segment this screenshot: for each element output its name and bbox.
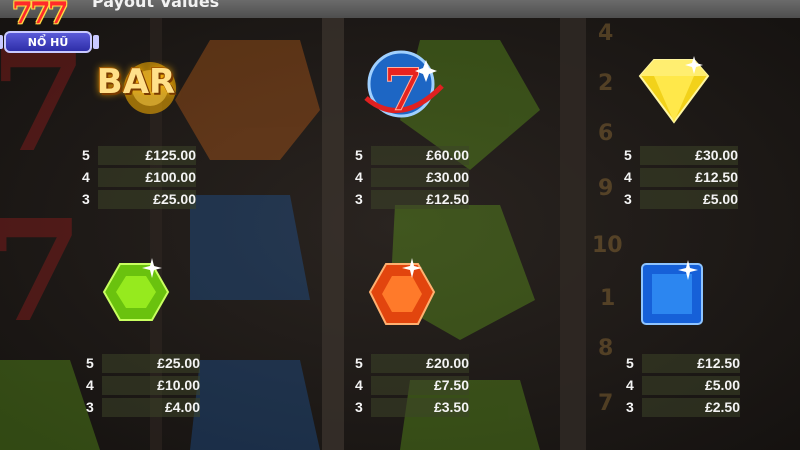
payout-amount: £30.00: [695, 147, 738, 163]
payout-amount: £12.50: [426, 191, 469, 207]
match-count: 3: [86, 399, 94, 415]
logo-numerals: 777: [12, 0, 69, 31]
svg-text:2: 2: [598, 71, 613, 96]
payout-amount: £30.00: [426, 169, 469, 185]
red-seven-icon: 7: [356, 46, 446, 126]
svg-text:4: 4: [598, 21, 613, 46]
match-count: 4: [355, 169, 363, 185]
payout-row: 5 £25.00: [86, 353, 200, 374]
payout-row: 3 £2.50: [626, 397, 740, 418]
payout-amount: £10.00: [157, 377, 200, 393]
match-count: 4: [624, 169, 632, 185]
payout-row: 3 £25.00: [82, 189, 196, 210]
blue-gem-icon: [634, 256, 710, 332]
match-count: 5: [82, 147, 90, 163]
payout-row: 5 £30.00: [624, 145, 738, 166]
payout-amount: £7.50: [433, 377, 469, 393]
payout-row: 4 £7.50: [355, 375, 469, 396]
payout-amount: £12.50: [695, 169, 738, 185]
yellow-diamond-icon: [634, 50, 714, 130]
payout-table-yellow-diamond: 5 £30.00 4 £12.50 3 £5.00: [624, 145, 738, 211]
svg-text:8: 8: [598, 336, 613, 361]
match-count: 3: [355, 399, 363, 415]
payout-row: 4 £10.00: [86, 375, 200, 396]
svg-text:7: 7: [383, 56, 423, 124]
payout-amount: £60.00: [426, 147, 469, 163]
payout-row: 5 £12.50: [626, 353, 740, 374]
payout-amount: £25.00: [153, 191, 196, 207]
bar-symbol-icon: BAR: [88, 56, 184, 118]
bar-symbol-label: BAR: [96, 62, 176, 102]
payout-row: 3 £5.00: [624, 189, 738, 210]
payout-amount: £125.00: [145, 147, 196, 163]
payout-amount: £20.00: [426, 355, 469, 371]
payout-row: 3 £3.50: [355, 397, 469, 418]
payout-row: 5 £125.00: [82, 145, 196, 166]
payout-table-blue-gem: 5 £12.50 4 £5.00 3 £2.50: [626, 353, 740, 419]
payout-row: 5 £60.00: [355, 145, 469, 166]
page-title: Payout Values: [92, 0, 220, 11]
svg-text:1: 1: [600, 286, 615, 311]
payout-table-orange-gem: 5 £20.00 4 £7.50 3 £3.50: [355, 353, 469, 419]
match-count: 4: [355, 377, 363, 393]
svg-text:7: 7: [0, 190, 83, 354]
brand-logo: 777 NỔ HŨ: [0, 0, 104, 62]
match-count: 3: [82, 191, 90, 207]
match-count: 5: [86, 355, 94, 371]
match-count: 5: [624, 147, 632, 163]
match-count: 4: [82, 169, 90, 185]
payout-amount: £12.50: [697, 355, 740, 371]
payout-row: 4 £100.00: [82, 167, 196, 188]
payout-row: 5 £20.00: [355, 353, 469, 374]
match-count: 4: [86, 377, 94, 393]
top-bar: Payout Values: [0, 0, 800, 18]
payout-table-seven: 5 £60.00 4 £30.00 3 £12.50: [355, 145, 469, 211]
match-count: 5: [355, 147, 363, 163]
match-count: 3: [355, 191, 363, 207]
green-gem-icon: [98, 254, 174, 330]
payout-amount: £4.00: [164, 399, 200, 415]
payout-table-bar: 5 £125.00 4 £100.00 3 £25.00: [82, 145, 196, 211]
match-count: 4: [626, 377, 634, 393]
payout-amount: £5.00: [704, 377, 740, 393]
match-count: 3: [624, 191, 632, 207]
payout-amount: £2.50: [704, 399, 740, 415]
payout-amount: £100.00: [145, 169, 196, 185]
payout-table-green-gem: 5 £25.00 4 £10.00 3 £4.00: [86, 353, 200, 419]
svg-text:7: 7: [598, 391, 613, 416]
payout-amount: £3.50: [433, 399, 469, 415]
logo-badge: NỔ HŨ: [0, 31, 99, 53]
payout-row: 4 £12.50: [624, 167, 738, 188]
svg-text:9: 9: [598, 176, 613, 201]
orange-gem-icon: [364, 256, 440, 332]
payout-amount: £5.00: [702, 191, 738, 207]
match-count: 5: [355, 355, 363, 371]
payout-amount: £25.00: [157, 355, 200, 371]
payout-row: 4 £30.00: [355, 167, 469, 188]
payout-row: 4 £5.00: [626, 375, 740, 396]
payout-row: 3 £4.00: [86, 397, 200, 418]
svg-text:6: 6: [598, 121, 613, 146]
payout-row: 3 £12.50: [355, 189, 469, 210]
match-count: 5: [626, 355, 634, 371]
svg-text:10: 10: [592, 233, 623, 258]
match-count: 3: [626, 399, 634, 415]
